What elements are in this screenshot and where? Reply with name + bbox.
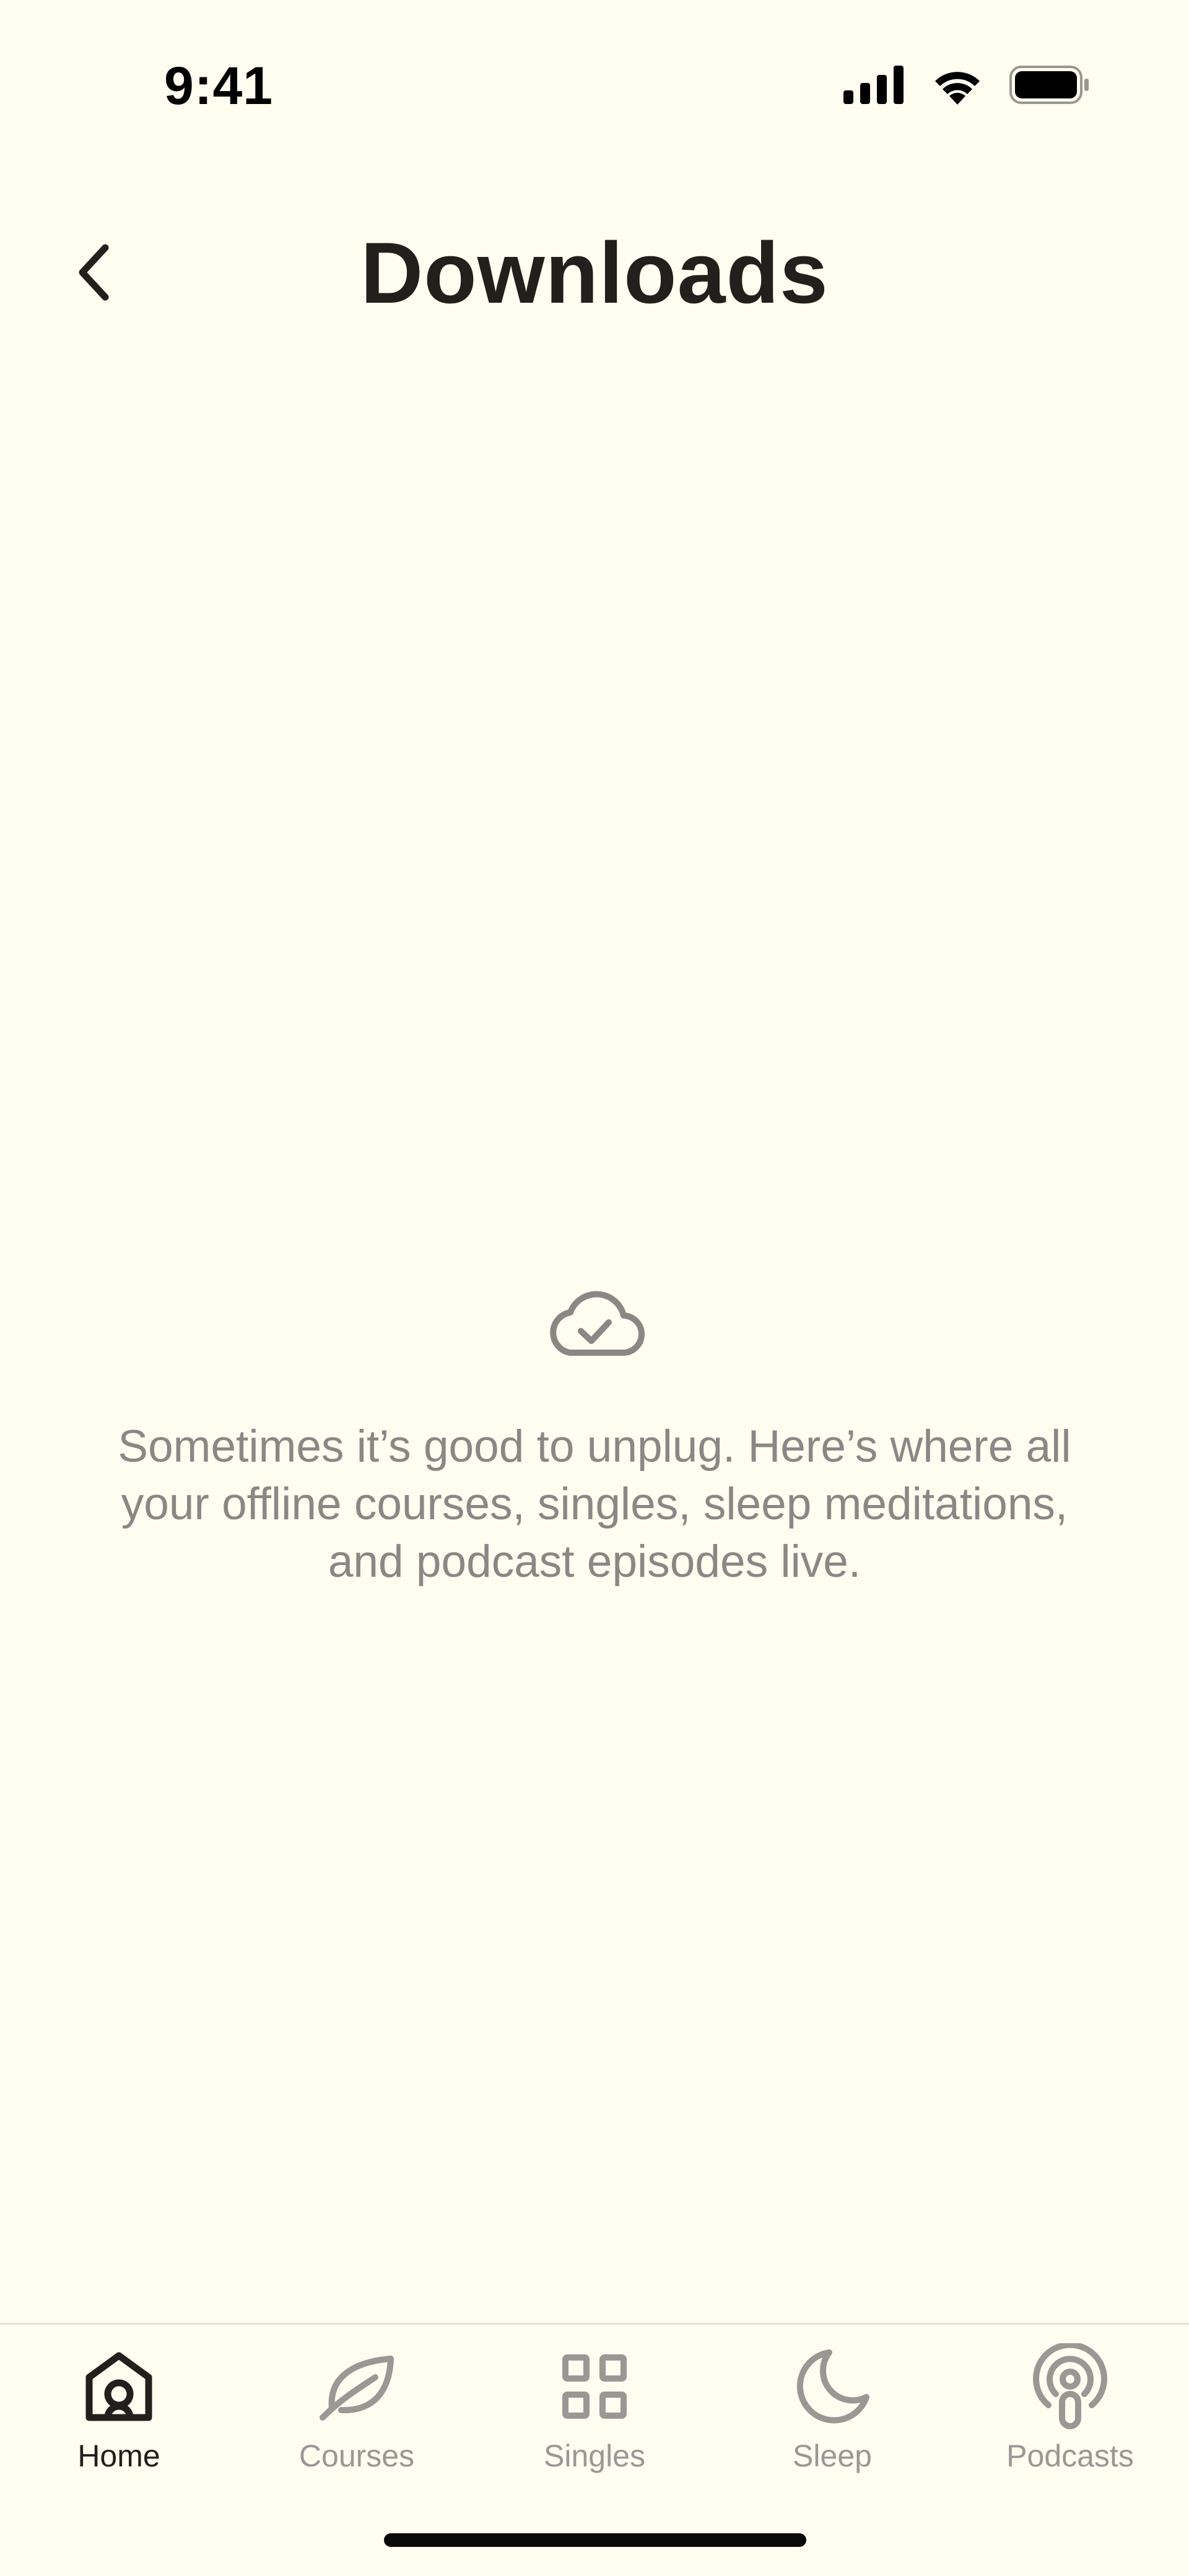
cloud-check-icon xyxy=(550,1291,645,1356)
home-indicator xyxy=(384,2533,806,2547)
podcast-icon xyxy=(1033,2343,1107,2429)
status-bar: 9:41 xyxy=(0,0,1189,173)
tab-label: Podcasts xyxy=(1006,2439,1134,2473)
tab-label: Home xyxy=(77,2439,160,2473)
home-icon xyxy=(85,2352,152,2421)
page-title: Downloads xyxy=(360,224,829,321)
status-icons xyxy=(843,65,1090,108)
leaf-icon xyxy=(320,2356,394,2421)
battery-icon xyxy=(1009,66,1090,107)
tab-label: Singles xyxy=(544,2439,645,2473)
tab-singles[interactable]: Singles xyxy=(476,2340,713,2474)
moon-icon xyxy=(796,2349,869,2424)
wifi-icon xyxy=(930,65,985,108)
header: Downloads xyxy=(0,186,1189,359)
tab-label: Courses xyxy=(298,2439,415,2473)
cellular-signal-icon xyxy=(843,66,905,107)
grid-icon xyxy=(562,2354,627,2419)
empty-state: Sometimes it’s good to unplug. Here’s wh… xyxy=(0,1281,1189,1590)
tab-courses[interactable]: Courses xyxy=(238,2340,476,2474)
tab-sleep[interactable]: Sleep xyxy=(713,2340,951,2474)
empty-state-message: Sometimes it’s good to unplug. Here’s wh… xyxy=(118,1421,1071,1587)
status-time: 9:41 xyxy=(164,56,274,116)
tab-podcasts[interactable]: Podcasts xyxy=(951,2340,1189,2474)
tab-label: Sleep xyxy=(793,2439,872,2473)
tab-home[interactable]: Home xyxy=(0,2340,238,2474)
